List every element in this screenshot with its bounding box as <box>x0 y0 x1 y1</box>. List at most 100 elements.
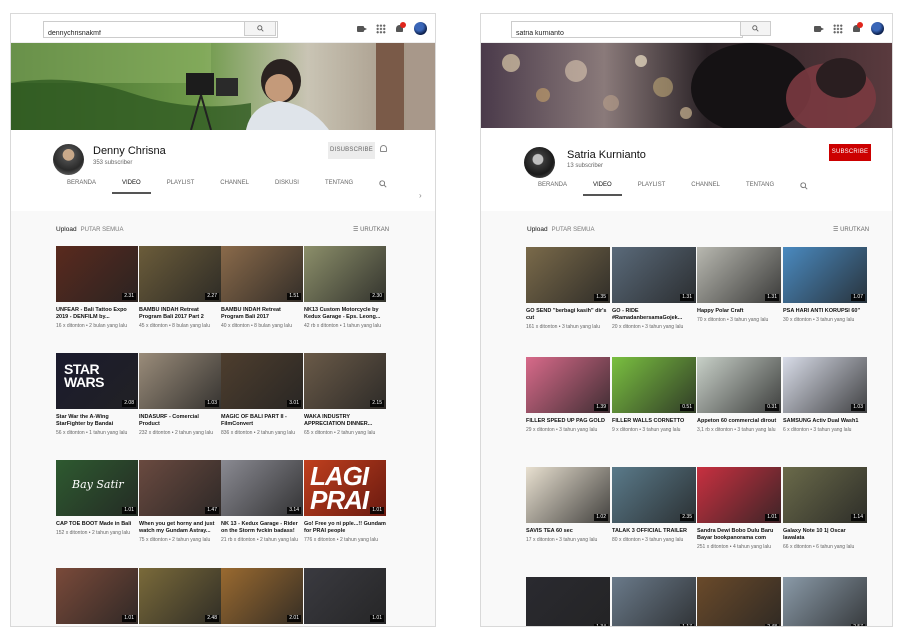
notification-bell-icon[interactable] <box>380 145 388 154</box>
notifications-icon[interactable] <box>852 21 863 34</box>
video-title[interactable]: GO - RIDE #RamadanbersamaGojek... <box>612 308 696 322</box>
video-thumbnail[interactable]: 0.51 <box>612 357 696 413</box>
video-title[interactable]: Appeton 60 commercial dirout <box>697 418 781 425</box>
video-card[interactable]: 2.48 <box>697 577 781 626</box>
search-button[interactable] <box>244 21 276 36</box>
channel-avatar[interactable] <box>524 147 555 178</box>
video-card[interactable]: 2.15 WAKA INDUSTRY APPRECIATION DINNER...… <box>304 353 386 437</box>
apps-grid-icon[interactable] <box>833 23 843 34</box>
video-card[interactable]: 1.14 Galaxy Note 10 1| Oscar lawalata 66 x… <box>783 467 867 551</box>
play-all-link[interactable]: PUTAR SEMUA <box>81 227 124 233</box>
video-card[interactable]: 2.30 NK13 Custom Motorcycle by Kedux Gara… <box>304 246 386 330</box>
video-thumbnail[interactable]: 2.48 <box>139 568 221 624</box>
tab-beranda[interactable]: BERANDA <box>538 182 567 196</box>
subscribe-button[interactable]: SUBSCRIBE <box>829 144 871 161</box>
video-card[interactable]: 2.27 BAMBU INDAH Retreat Program Bali 201… <box>139 246 221 330</box>
video-card[interactable]: STAR WARS 2.08 Star War the A-Wing StarFig… <box>56 353 138 437</box>
sort-button[interactable]: ☰ URUTKAN <box>833 226 869 233</box>
video-thumbnail[interactable]: 1.39 <box>526 357 610 413</box>
channel-search-icon[interactable] <box>379 180 388 189</box>
tab-beranda[interactable]: BERANDA <box>67 180 96 194</box>
channel-name[interactable]: Denny Chrisna <box>93 145 166 157</box>
video-card[interactable]: 2.31 UNFEAR - Bali Tattoo Expo 2019 - DEN… <box>56 246 138 330</box>
notifications-icon[interactable] <box>395 21 406 34</box>
subscribe-button[interactable]: DISUBSCRIBE <box>328 142 375 159</box>
video-thumbnail[interactable]: 3.01 <box>221 353 303 409</box>
video-title[interactable]: Sandra Dewi Bobo Dulu Baru Bayar bookpan… <box>697 528 781 542</box>
video-thumbnail[interactable]: 1.07 <box>783 247 867 303</box>
video-thumbnail[interactable]: 2.30 <box>304 246 386 302</box>
video-thumbnail[interactable]: 1.47 <box>139 460 221 516</box>
video-thumbnail[interactable]: 2.31 <box>56 246 138 302</box>
video-title[interactable]: Happy Polar Craft <box>697 308 781 315</box>
video-thumbnail[interactable]: 2.57 <box>783 577 867 626</box>
video-title[interactable]: SAVIS TEA 60 sec <box>526 528 610 535</box>
create-video-icon[interactable] <box>814 24 824 34</box>
video-card[interactable]: LAGI PRAI 1.01 Go! Free yo ni pple...!! Gu… <box>304 460 386 544</box>
video-card[interactable]: 2.48A PLAN FOR INDONESIA TO CREATE A DES… <box>139 568 221 626</box>
video-card[interactable]: 2.35 TALAK 3 OFFICIAL TRAILER 80 x ditonto… <box>612 467 696 544</box>
video-card[interactable]: 2.01The Famous Ogoh-Ogoh in Bali ON MIDN… <box>221 568 303 626</box>
video-card[interactable]: 1.35 GO SEND "berbagi kasih" dir's cut 161… <box>526 247 610 331</box>
video-thumbnail[interactable]: 1.14 <box>783 467 867 523</box>
video-card[interactable]: Bay Satir 1.01 CAP TOE BOOT Made in Bali 15… <box>56 460 138 537</box>
video-card[interactable]: 1.39 FILLER SPEED UP PAG GOLD 29 x ditonto… <box>526 357 610 434</box>
create-video-icon[interactable] <box>357 24 367 34</box>
video-title[interactable]: INDASURF - Comercial Product <box>139 414 221 428</box>
video-card[interactable]: 0.31 Appeton 60 commercial dirout 3,1 rb x… <box>697 357 781 434</box>
tab-video[interactable]: VIDEO <box>583 182 622 196</box>
video-thumbnail[interactable]: 1.17 <box>612 577 696 626</box>
search-box[interactable] <box>511 21 743 40</box>
video-card[interactable]: 1.31 Happy Polar Craft 70 x ditonton • 3 t… <box>697 247 781 324</box>
channel-avatar[interactable] <box>53 144 84 175</box>
video-card[interactable]: 1.02 SAVIS TEA 60 sec 17 x ditonton • 3 ta… <box>526 467 610 544</box>
video-title[interactable]: NK13 Custom Motorcycle by Kedux Garage -… <box>304 307 386 321</box>
tab-diskusi[interactable]: DISKUSI <box>275 180 299 194</box>
video-thumbnail[interactable]: 1.51 <box>221 246 303 302</box>
video-title[interactable]: Go! Free yo ni pple...!! Gundam for PRAI… <box>304 521 386 535</box>
video-thumbnail[interactable]: 1.34 <box>526 577 610 626</box>
video-card[interactable]: 1.17 <box>612 577 696 626</box>
tab-channel[interactable]: CHANNEL <box>220 180 249 194</box>
video-thumbnail[interactable]: 1.01 <box>304 568 386 624</box>
video-title[interactable]: MAGIC OF BALI PART II - FilmConvert <box>221 414 303 428</box>
video-title[interactable]: UNFEAR - Bali Tattoo Expo 2019 - DENFILM… <box>56 307 138 321</box>
video-thumbnail[interactable]: 1.03 <box>139 353 221 409</box>
video-card[interactable]: 1.01ngelawang - a short video by DENFILM… <box>304 568 386 626</box>
video-title[interactable]: BAMBU INDAH Retreat Program Bali 2017 Pa… <box>139 307 221 321</box>
account-avatar[interactable] <box>871 22 884 35</box>
video-card[interactable]: 1.07 PSA HARI ANTI KORUPSI 60" 30 x ditont… <box>783 247 867 324</box>
video-card[interactable]: 1.03 SAMSUNG Activ Dual Wash1 6 x ditonton… <box>783 357 867 434</box>
sort-button[interactable]: ☰ URUTKAN <box>353 226 389 233</box>
channel-search-icon[interactable] <box>800 182 809 191</box>
video-thumbnail[interactable]: 3.14 <box>221 460 303 516</box>
chevron-right-icon[interactable]: › <box>419 191 422 200</box>
video-card[interactable]: 1.47 When you get horny and just watch my… <box>139 460 221 544</box>
video-thumbnail[interactable]: Bay Satir 1.01 <box>56 460 138 516</box>
video-thumbnail[interactable]: 1.31 <box>697 247 781 303</box>
video-title[interactable]: BAMBU INDAH Retreat Program Bali 2017 <box>221 307 303 321</box>
video-thumbnail[interactable]: 1.02 <box>526 467 610 523</box>
search-box[interactable] <box>43 21 278 40</box>
video-title[interactable]: SAMSUNG Activ Dual Wash1 <box>783 418 867 425</box>
tab-video[interactable]: VIDEO <box>112 180 151 194</box>
video-thumbnail[interactable]: 1.35 <box>526 247 610 303</box>
video-thumbnail[interactable]: 1.01 <box>56 568 138 624</box>
video-thumbnail[interactable]: 2.27 <box>139 246 221 302</box>
video-thumbnail[interactable]: 2.48 <box>697 577 781 626</box>
video-card[interactable]: 1.51 BAMBU INDAH Retreat Program Bali 201… <box>221 246 303 330</box>
video-card[interactable]: 1.31 GO - RIDE #RamadanbersamaGojek... 20 … <box>612 247 696 331</box>
search-input[interactable] <box>512 27 716 40</box>
video-card[interactable]: 1.34 <box>526 577 610 626</box>
apps-grid-icon[interactable] <box>376 23 386 34</box>
video-title[interactable]: FILLER WALLS CORNETTO <box>612 418 696 425</box>
video-card[interactable]: 1.01 Sandra Dewi Bobo Dulu Baru Bayar boo… <box>697 467 781 551</box>
search-button[interactable] <box>740 21 771 36</box>
tab-channel[interactable]: CHANNEL <box>691 182 720 196</box>
tab-tentang[interactable]: TENTANG <box>325 180 353 194</box>
channel-name[interactable]: Satria Kurnianto <box>567 149 646 161</box>
video-title[interactable]: GO SEND "berbagi kasih" dir's cut <box>526 308 610 322</box>
video-thumbnail[interactable]: STAR WARS 2.08 <box>56 353 138 409</box>
video-thumbnail[interactable]: 2.15 <box>304 353 386 409</box>
tab-tentang[interactable]: TENTANG <box>746 182 774 196</box>
